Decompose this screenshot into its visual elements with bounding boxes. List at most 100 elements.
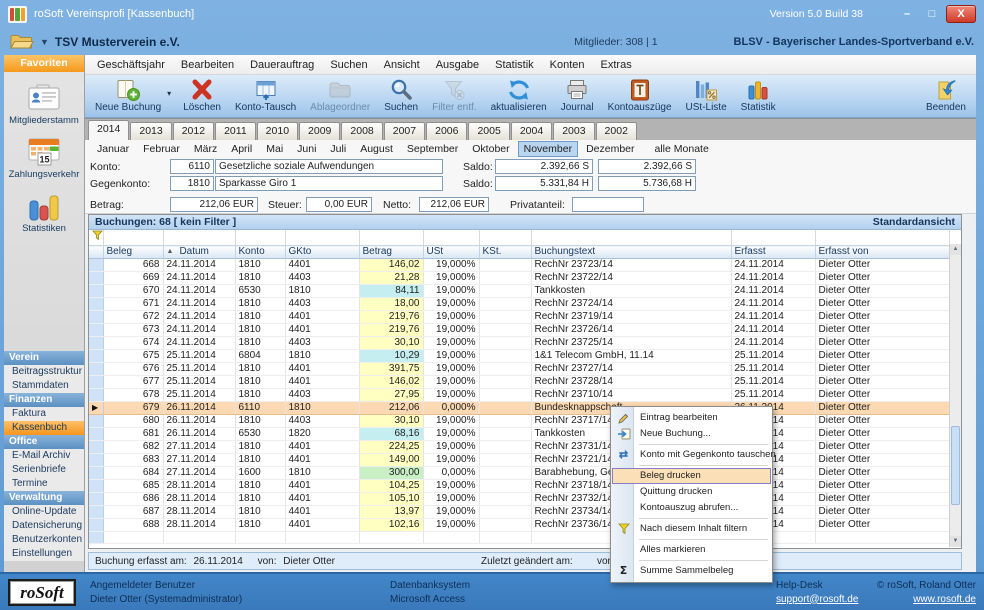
- context-menu-item-quittung-drucken[interactable]: Quittung drucken: [612, 484, 771, 500]
- cell-datum[interactable]: 26.11.2014: [163, 415, 235, 428]
- month-tab-november[interactable]: November: [518, 141, 578, 157]
- cell-kst[interactable]: [479, 389, 531, 402]
- month-tab-januar[interactable]: Januar: [91, 141, 135, 157]
- cell-erfasst-von[interactable]: Dieter Otter: [815, 389, 949, 402]
- cell-kst[interactable]: [479, 454, 531, 467]
- cell-betrag[interactable]: 30,10: [359, 337, 423, 350]
- sidebar-item-serienbriefe[interactable]: Serienbriefe: [4, 463, 84, 477]
- cell-kst[interactable]: [479, 350, 531, 363]
- cell-betrag[interactable]: 30,10: [359, 415, 423, 428]
- cell-beleg[interactable]: 688: [103, 519, 163, 532]
- cell-buchungstext[interactable]: RechNr 23728/14: [531, 376, 731, 389]
- cell-betrag[interactable]: 84,11: [359, 285, 423, 298]
- cell-kst[interactable]: [479, 519, 531, 532]
- cell-datum[interactable]: 27.11.2014: [163, 467, 235, 480]
- cell-datum[interactable]: 27.11.2014: [163, 454, 235, 467]
- sidebar-item-stammdaten[interactable]: Stammdaten: [4, 379, 84, 393]
- year-tab-2002[interactable]: 2002: [596, 122, 637, 140]
- cell-ust[interactable]: 19,000%: [423, 415, 479, 428]
- cell-beleg[interactable]: 676: [103, 363, 163, 376]
- footer-link[interactable]: www.rosoft.de: [877, 593, 976, 607]
- cell-beleg[interactable]: 685: [103, 480, 163, 493]
- cell-row-marker[interactable]: [89, 298, 103, 311]
- cell-kst[interactable]: [479, 298, 531, 311]
- cell-betrag[interactable]: 391,75: [359, 363, 423, 376]
- cell-buchungstext[interactable]: RechNr 23710/14: [531, 389, 731, 402]
- cell-beleg[interactable]: 670: [103, 285, 163, 298]
- scroll-up-icon[interactable]: ▲: [950, 244, 961, 255]
- table-filter-row[interactable]: [89, 230, 949, 246]
- cell-konto[interactable]: 1810: [235, 324, 285, 337]
- table-row[interactable]: 67224.11.201418104401219,7619,000%RechNr…: [89, 311, 949, 324]
- filter-cell[interactable]: [163, 230, 235, 246]
- cell-erfasst[interactable]: 25.11.2014: [731, 389, 815, 402]
- cell-beleg[interactable]: 671: [103, 298, 163, 311]
- filter-cell[interactable]: [731, 230, 815, 246]
- cell-betrag[interactable]: 219,76: [359, 311, 423, 324]
- column-header-datum[interactable]: ▲Datum: [163, 246, 235, 259]
- close-button[interactable]: X: [946, 5, 976, 23]
- cell-erfasst-von[interactable]: Dieter Otter: [815, 441, 949, 454]
- cell-ust[interactable]: 19,000%: [423, 363, 479, 376]
- cell-erfasst[interactable]: 24.11.2014: [731, 285, 815, 298]
- cell-beleg[interactable]: 684: [103, 467, 163, 480]
- view-name[interactable]: Standardansicht: [873, 216, 955, 228]
- cell-gkto[interactable]: 4403: [285, 389, 359, 402]
- cell-konto[interactable]: 1810: [235, 493, 285, 506]
- menu-geschäftsjahr[interactable]: Geschäftsjahr: [89, 57, 173, 73]
- cell-erfasst-von[interactable]: Dieter Otter: [815, 402, 949, 415]
- cell-betrag[interactable]: 104,25: [359, 480, 423, 493]
- cell-betrag[interactable]: 21,28: [359, 272, 423, 285]
- month-tab-april[interactable]: April: [225, 141, 258, 157]
- filter-cell[interactable]: [103, 230, 163, 246]
- dropdown-caret-icon[interactable]: ▾: [167, 89, 171, 98]
- cell-beleg[interactable]: 668: [103, 259, 163, 272]
- table-row[interactable]: 67525.11.20146804181010,2919,000%1&1 Tel…: [89, 350, 949, 363]
- cell-ust[interactable]: 19,000%: [423, 259, 479, 272]
- cell-row-marker[interactable]: [89, 285, 103, 298]
- table-row[interactable]: 68528.11.201418104401104,2519,000%RechNr…: [89, 480, 949, 493]
- cell-konto[interactable]: 1810: [235, 415, 285, 428]
- cell-betrag[interactable]: 146,02: [359, 259, 423, 272]
- cell-ust[interactable]: 19,000%: [423, 506, 479, 519]
- context-menu-item-konto-mit-gegenkonto-tauschen[interactable]: ⇄Konto mit Gegenkonto tauschen: [612, 447, 771, 463]
- gegenkonto-name-field[interactable]: [215, 176, 443, 191]
- table-row[interactable]: 68026.11.20141810440330,1019,000%RechNr …: [89, 415, 949, 428]
- cell-datum[interactable]: 24.11.2014: [163, 298, 235, 311]
- cell-ust[interactable]: 19,000%: [423, 376, 479, 389]
- cell-konto[interactable]: 1810: [235, 519, 285, 532]
- cell-ust[interactable]: 19,000%: [423, 272, 479, 285]
- year-tab-2012[interactable]: 2012: [173, 122, 214, 140]
- cell-buchungstext[interactable]: Tankkosten: [531, 285, 731, 298]
- table-row[interactable]: 67424.11.20141810440330,1019,000%RechNr …: [89, 337, 949, 350]
- cell-konto[interactable]: 1810: [235, 298, 285, 311]
- menu-dauerauftrag[interactable]: Dauerauftrag: [242, 57, 322, 73]
- cell-datum[interactable]: 28.11.2014: [163, 506, 235, 519]
- cell-datum[interactable]: 26.11.2014: [163, 402, 235, 415]
- cell-ust[interactable]: 19,000%: [423, 519, 479, 532]
- cell-beleg[interactable]: 687: [103, 506, 163, 519]
- context-menu-item-neue-buchung...[interactable]: Neue Buchung...: [612, 426, 771, 442]
- cell-erfasst-von[interactable]: Dieter Otter: [815, 415, 949, 428]
- table-row[interactable]: 67024.11.20146530181084,1119,000%Tankkos…: [89, 285, 949, 298]
- cell-datum[interactable]: 26.11.2014: [163, 428, 235, 441]
- cell-konto[interactable]: 1810: [235, 506, 285, 519]
- cell-buchungstext[interactable]: RechNr 23724/14: [531, 298, 731, 311]
- cell-erfasst-von[interactable]: Dieter Otter: [815, 272, 949, 285]
- table-row[interactable]: 68227.11.201418104401224,2519,000%RechNr…: [89, 441, 949, 454]
- cell-gkto[interactable]: 4401: [285, 363, 359, 376]
- cell-betrag[interactable]: 102,16: [359, 519, 423, 532]
- table-row[interactable]: 68327.11.201418104401149,0019,000%RechNr…: [89, 454, 949, 467]
- filter-cell[interactable]: [359, 230, 423, 246]
- cell-gkto[interactable]: 1810: [285, 402, 359, 415]
- filter-cell[interactable]: [531, 230, 731, 246]
- konto-name-field[interactable]: [215, 159, 443, 174]
- cell-gkto[interactable]: 4401: [285, 506, 359, 519]
- year-tab-2003[interactable]: 2003: [553, 122, 594, 140]
- year-tab-2013[interactable]: 2013: [130, 122, 171, 140]
- sidebar-item-kassenbuch[interactable]: Kassenbuch: [4, 421, 84, 435]
- cell-kst[interactable]: [479, 337, 531, 350]
- cell-kst[interactable]: [479, 285, 531, 298]
- cell-beleg[interactable]: 683: [103, 454, 163, 467]
- cell-ust[interactable]: 19,000%: [423, 311, 479, 324]
